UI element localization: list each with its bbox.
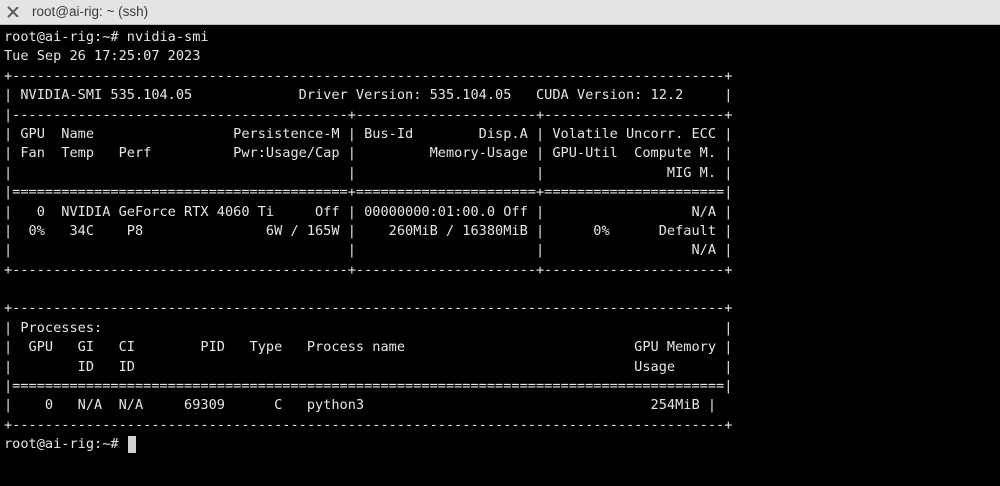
terminal-output[interactable]: root@ai-rig:~# nvidia-smi Tue Sep 26 17:… xyxy=(4,28,996,484)
prompt-line[interactable]: root@ai-rig:~# xyxy=(4,435,996,454)
gpu-header-row-1: | GPU Name Persistence-M | Bus-Id Disp.A… xyxy=(4,125,733,142)
processes-border: +---------------------------------------… xyxy=(4,416,733,433)
processes-separator-double: |=======================================… xyxy=(4,378,733,395)
table-border: +---------------------------------------… xyxy=(4,67,733,84)
processes-border: +---------------------------------------… xyxy=(4,300,733,317)
gpu-header-row-2: | Fan Temp Perf Pwr:Usage/Cap | Memory-U… xyxy=(4,145,733,162)
window-titlebar: root@ai-rig: ~ (ssh) xyxy=(0,0,1000,25)
table-separator-double: |=======================================… xyxy=(4,184,733,201)
gpu-data-row-3: | | | N/A | xyxy=(4,242,733,259)
text-cursor xyxy=(127,436,136,454)
processes-title: | Processes: | xyxy=(4,319,733,336)
process-row: | 0 N/A N/A 69309 C python3 254MiB | xyxy=(4,397,717,414)
close-icon[interactable] xyxy=(6,5,20,19)
version-row: | NVIDIA-SMI 535.104.05 Driver Version: … xyxy=(4,87,733,104)
command-line: root@ai-rig:~# nvidia-smi xyxy=(4,29,209,45)
table-separator: |---------------------------------------… xyxy=(4,106,733,123)
gpu-data-row-2: | 0% 34C P8 6W / 165W | 260MiB / 16380Mi… xyxy=(4,222,733,239)
processes-header-row-2: | ID ID Usage | xyxy=(4,358,733,375)
gpu-data-row-1: | 0 NVIDIA GeForce RTX 4060 Ti Off | 000… xyxy=(4,203,733,220)
timestamp-line: Tue Sep 26 17:25:07 2023 xyxy=(4,48,201,65)
window-title: root@ai-rig: ~ (ssh) xyxy=(32,4,149,19)
table-border: +---------------------------------------… xyxy=(4,261,733,278)
shell-prompt: root@ai-rig:~# xyxy=(4,436,127,453)
gpu-header-row-3: | | | MIG M. | xyxy=(4,164,733,181)
processes-header-row-1: | GPU GI CI PID Type Process name GPU Me… xyxy=(4,339,733,356)
